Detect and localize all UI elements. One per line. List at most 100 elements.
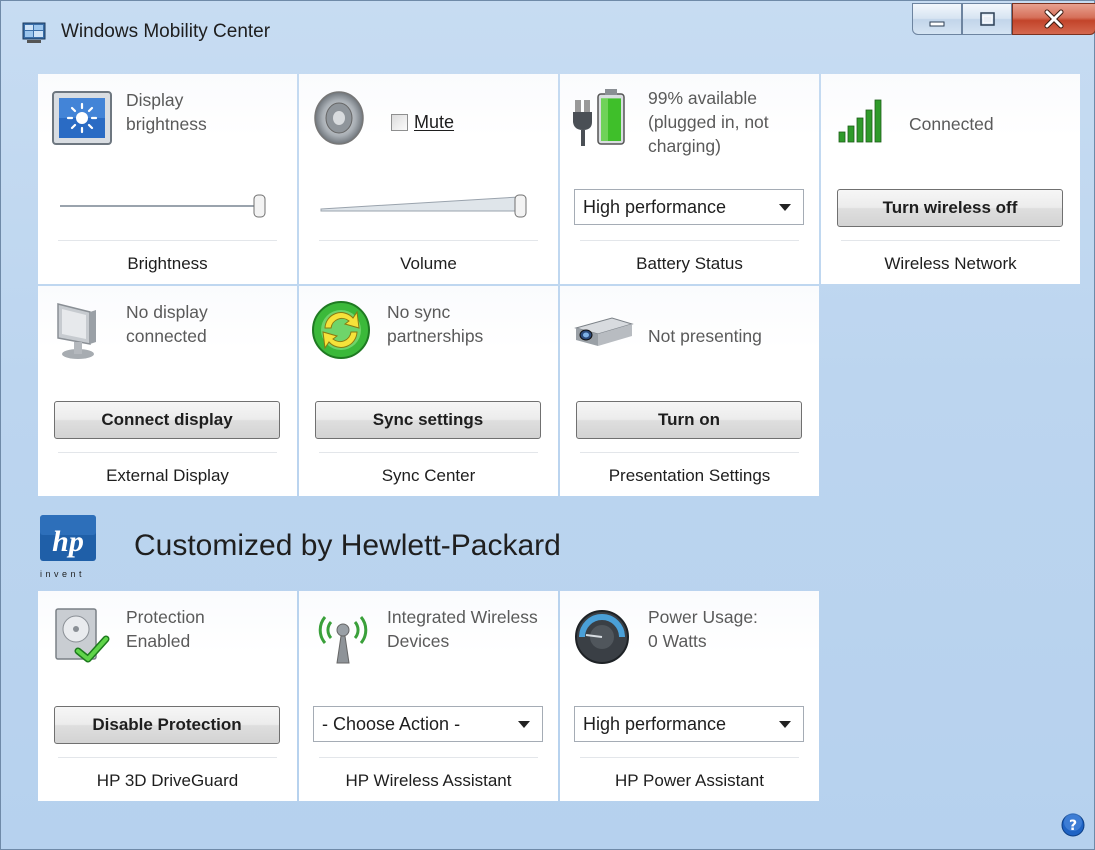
volume-label-text: Volume — [400, 254, 457, 273]
presentation-settings-label[interactable]: Presentation Settings — [560, 466, 819, 486]
brightness-label[interactable]: Brightness — [38, 254, 297, 274]
tile-divider — [58, 757, 277, 758]
title-bar[interactable]: Windows Mobility Center — [1, 1, 1095, 65]
connect-display-label: Connect display — [101, 410, 233, 429]
external-display-label[interactable]: External Display — [38, 466, 297, 486]
tile-presentation: Not presenting Turn on Presentation Sett… — [560, 286, 819, 496]
hp-driveguard-label: HP 3D DriveGuard — [96, 771, 239, 790]
battery-status-label[interactable]: Battery Status — [560, 254, 819, 274]
brightness-slider[interactable] — [58, 191, 278, 221]
svg-text:?: ? — [1069, 818, 1077, 834]
chevron-down-icon — [518, 721, 530, 728]
mute-checkbox[interactable] — [391, 114, 408, 131]
power-gauge-icon[interactable] — [572, 603, 636, 667]
brightness-label-text: Brightness — [127, 254, 208, 273]
caption-buttons — [912, 3, 1095, 39]
mobility-center-icon — [22, 22, 46, 43]
sync-settings-button[interactable]: Sync settings — [315, 401, 541, 439]
tile-divider — [58, 240, 277, 241]
power-plan-value: High performance — [583, 197, 727, 217]
sync-settings-label: Sync settings — [372, 410, 484, 429]
external-display-description: No display connected — [126, 302, 208, 346]
power-plan-select[interactable]: High performance — [574, 189, 804, 225]
hp-power-plan-value: High performance — [583, 714, 727, 734]
driveguard-description: Protection Enabled — [126, 607, 205, 651]
hp-power-assistant-label: HP Power Assistant — [615, 771, 764, 790]
window-title: Windows Mobility Center — [61, 21, 271, 42]
maximize-icon — [980, 12, 995, 26]
tile-volume: Mute Volume — [299, 74, 558, 284]
tile-divider — [580, 452, 799, 453]
mute-label: Mute — [414, 112, 455, 132]
wireless-assistant-description: Integrated Wireless Devices — [387, 607, 538, 651]
close-icon — [1044, 9, 1064, 29]
battery-description: 99% available (plugged in, not charging) — [648, 88, 769, 156]
external-display-label-text: External Display — [106, 466, 229, 485]
wireless-description: Connected — [909, 114, 994, 134]
hp-logo-tagline: invent — [40, 569, 85, 579]
sync-arrows-icon[interactable] — [311, 298, 375, 362]
battery-plug-icon[interactable] — [572, 86, 636, 150]
display-brightness-icon[interactable] — [50, 86, 114, 150]
turn-on-label: Turn on — [658, 410, 720, 429]
wireless-action-select[interactable]: - Choose Action - — [313, 706, 543, 742]
wireless-network-label[interactable]: Wireless Network — [821, 254, 1080, 274]
tile-wireless: Connected Turn wireless off Wireless Net… — [821, 74, 1080, 284]
turn-wireless-off-label: Turn wireless off — [882, 198, 1018, 217]
tile-divider — [319, 757, 538, 758]
volume-label[interactable]: Volume — [299, 254, 558, 274]
brightness-description: Display brightness — [126, 90, 207, 134]
hp-logo-text: hp — [52, 525, 84, 558]
tile-divider — [319, 452, 538, 453]
mute-control[interactable]: Mute — [391, 112, 454, 133]
hard-drive-shield-icon[interactable] — [50, 603, 114, 667]
tile-divider — [319, 240, 538, 241]
wireless-action-value: - Choose Action - — [322, 714, 461, 734]
tile-divider — [580, 240, 799, 241]
hp-logo: hp invent — [40, 515, 96, 579]
hp-section-title: Customized by Hewlett-Packard — [134, 529, 561, 562]
wireless-network-label-text: Wireless Network — [884, 254, 1017, 273]
disable-protection-label: Disable Protection — [92, 715, 242, 734]
help-icon[interactable]: ? — [1061, 813, 1085, 837]
tile-divider — [58, 452, 277, 453]
sync-description: No sync partnerships — [387, 302, 484, 346]
presentation-description: Not presenting — [648, 326, 762, 346]
signal-bars-icon[interactable] — [833, 86, 897, 150]
maximize-button[interactable] — [962, 3, 1012, 35]
monitor-icon[interactable] — [50, 298, 114, 362]
volume-slider[interactable] — [319, 191, 539, 221]
mobility-tiles-grid: Display brightness Brightness Mute Volum… — [38, 74, 1080, 496]
tile-brightness: Display brightness Brightness — [38, 74, 297, 284]
battery-status-label-text: Battery Status — [636, 254, 743, 273]
sync-center-label[interactable]: Sync Center — [299, 466, 558, 486]
power-assistant-description: Power Usage: 0 Watts — [648, 607, 758, 651]
tile-divider — [841, 240, 1060, 241]
disable-protection-button[interactable]: Disable Protection — [54, 706, 280, 744]
projector-icon[interactable] — [572, 298, 636, 362]
hp-power-plan-select[interactable]: High performance — [574, 706, 804, 742]
presentation-settings-label-text: Presentation Settings — [608, 466, 771, 485]
tile-external-display: No display connected Connect display Ext… — [38, 286, 297, 496]
minimize-icon — [929, 21, 945, 27]
hp-section-header: hp invent Customized by Hewlett-Packard — [38, 513, 838, 583]
hp-wireless-assistant-label: HP Wireless Assistant — [345, 771, 512, 790]
tile-divider — [580, 757, 799, 758]
tile-hp-power-assistant: Power Usage: 0 Watts High performance HP… — [560, 591, 819, 801]
antenna-icon[interactable] — [311, 603, 375, 667]
speaker-icon[interactable] — [311, 86, 375, 150]
tile-sync: No sync partnerships Sync settings Sync … — [299, 286, 558, 496]
tile-hp-wireless-assistant: Integrated Wireless Devices - Choose Act… — [299, 591, 558, 801]
close-button[interactable] — [1012, 3, 1095, 35]
tile-hp-driveguard: Protection Enabled Disable Protection HP… — [38, 591, 297, 801]
minimize-button[interactable] — [912, 3, 962, 35]
turn-wireless-off-button[interactable]: Turn wireless off — [837, 189, 1063, 227]
chevron-down-icon — [779, 204, 791, 211]
turn-on-presentation-button[interactable]: Turn on — [576, 401, 802, 439]
connect-display-button[interactable]: Connect display — [54, 401, 280, 439]
tile-battery: 99% available (plugged in, not charging)… — [560, 74, 819, 284]
chevron-down-icon — [779, 721, 791, 728]
mobility-center-window: Windows Mobility Center Display brightne… — [0, 0, 1095, 850]
hp-tiles-grid: Protection Enabled Disable Protection HP… — [38, 591, 819, 801]
sync-center-label-text: Sync Center — [381, 466, 476, 485]
